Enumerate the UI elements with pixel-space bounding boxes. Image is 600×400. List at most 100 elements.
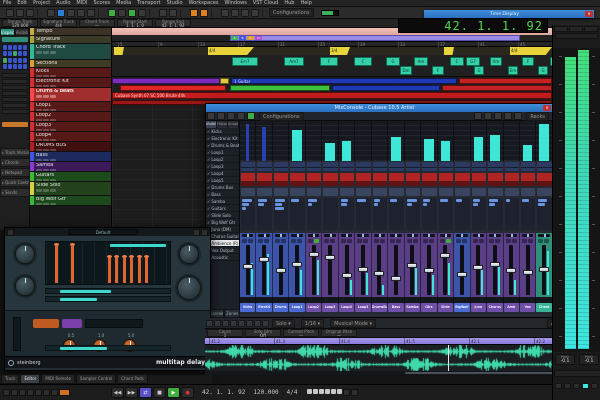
arranger-block-d[interactable]: D bbox=[255, 36, 262, 40]
mute-button[interactable] bbox=[440, 239, 445, 243]
routing-slot[interactable] bbox=[521, 162, 535, 171]
menu-windows[interactable]: Windows bbox=[222, 0, 250, 6]
eq-slot[interactable] bbox=[257, 188, 271, 196]
eq-slot[interactable] bbox=[422, 188, 436, 196]
solo-button[interactable] bbox=[380, 239, 385, 243]
fader-handle[interactable] bbox=[292, 262, 302, 267]
eq-slot[interactable] bbox=[455, 188, 469, 196]
arranger-block-b[interactable]: B bbox=[239, 36, 246, 40]
pan-control[interactable] bbox=[407, 234, 418, 237]
inspector-section-notepad[interactable]: ▸Notepad bbox=[0, 168, 30, 177]
pan-control[interactable] bbox=[390, 234, 401, 237]
send-slot-bar[interactable] bbox=[341, 199, 348, 202]
inserts-slot[interactable] bbox=[505, 173, 519, 186]
track-mute-button[interactable] bbox=[36, 75, 42, 77]
inspector-highlight-button[interactable] bbox=[2, 122, 28, 127]
zone-tab-midi-remote[interactable]: MIDI Remote bbox=[41, 374, 75, 384]
track-tempo[interactable]: Tempo bbox=[30, 28, 111, 36]
track-record-button[interactable] bbox=[50, 169, 56, 171]
track-solo-button[interactable] bbox=[43, 169, 49, 171]
track-bass[interactable]: Bass bbox=[30, 152, 111, 162]
track-record-button[interactable] bbox=[50, 139, 56, 141]
metronome-indicator[interactable] bbox=[337, 389, 342, 394]
routing-slot[interactable] bbox=[373, 162, 387, 171]
sends-slot[interactable] bbox=[257, 198, 271, 230]
inserts-slot[interactable] bbox=[488, 173, 502, 186]
track-mute-button[interactable] bbox=[36, 169, 42, 171]
mixconsole-toolbar-button[interactable] bbox=[227, 112, 235, 120]
track-loop1[interactable]: Loop1 bbox=[30, 102, 111, 112]
editor-info-original-pitch[interactable]: Original Pitch— bbox=[321, 329, 357, 337]
fader-handle[interactable] bbox=[309, 252, 319, 257]
editor-ruler[interactable]: 41.241.341.441.542.142.2 bbox=[205, 338, 600, 345]
visibility-item-drums-bus[interactable]: ✓Drums Bus bbox=[206, 184, 239, 191]
pan-control[interactable] bbox=[473, 234, 484, 237]
fader-handle[interactable] bbox=[440, 253, 450, 258]
fader-track[interactable] bbox=[361, 245, 365, 295]
inspector-section-chords[interactable]: ▸Chords bbox=[0, 158, 30, 167]
info-field-signature-track[interactable]: Signature Track4/4 bbox=[40, 19, 77, 27]
chord-event-dm[interactable]: Dm bbox=[400, 66, 412, 75]
eq-slot[interactable] bbox=[373, 188, 387, 196]
inserts-slot[interactable] bbox=[356, 173, 370, 186]
channel-label-slide[interactable]: Slide bbox=[438, 303, 453, 312]
delay-tap[interactable] bbox=[130, 258, 133, 283]
editor-dropdown-solo[interactable]: Solo ▾ bbox=[272, 319, 295, 328]
solo-button[interactable] bbox=[347, 239, 352, 243]
track-solo-button[interactable] bbox=[43, 109, 49, 111]
zone-tab-track[interactable]: Track bbox=[1, 374, 19, 384]
solo-button[interactable] bbox=[314, 239, 319, 243]
sends-slot[interactable] bbox=[488, 198, 502, 230]
toolbar-button[interactable] bbox=[108, 9, 116, 17]
inspector-tab-visibility[interactable]: Visibility bbox=[15, 28, 30, 36]
signature-marker[interactable] bbox=[114, 47, 124, 55]
routing-slot[interactable] bbox=[389, 162, 403, 171]
menu-edit[interactable]: Edit bbox=[14, 0, 30, 6]
routing-slot[interactable] bbox=[406, 162, 420, 171]
eq-slot[interactable] bbox=[505, 188, 519, 196]
chord-event-em[interactable]: Em bbox=[508, 66, 518, 75]
sends-slot[interactable] bbox=[290, 198, 304, 230]
eq-slot[interactable] bbox=[241, 188, 255, 196]
routing-slot[interactable] bbox=[455, 162, 469, 171]
sends-slot[interactable] bbox=[340, 198, 354, 230]
fader-track[interactable] bbox=[526, 245, 530, 295]
send-slot-bar[interactable] bbox=[423, 203, 427, 206]
sends-slot[interactable] bbox=[537, 198, 551, 230]
routing-slot[interactable] bbox=[340, 162, 354, 171]
fader-track[interactable] bbox=[262, 245, 266, 295]
chord-pad[interactable] bbox=[8, 51, 12, 56]
menu-vst-cloud[interactable]: VST Cloud bbox=[250, 0, 282, 6]
solo-button[interactable] bbox=[396, 239, 401, 243]
sends-slot[interactable] bbox=[389, 198, 403, 230]
chord-event-c[interactable]: C bbox=[354, 57, 372, 66]
delay-tap[interactable] bbox=[123, 258, 126, 283]
marker-track-row[interactable]: 4/43/44/4 bbox=[112, 47, 552, 55]
menu-workspaces[interactable]: Workspaces bbox=[186, 0, 222, 6]
audio-event[interactable] bbox=[112, 78, 220, 84]
info-field-range-start[interactable]: Range Start1. 1. 1. 0 bbox=[117, 19, 153, 27]
fader-handle[interactable] bbox=[424, 268, 434, 273]
chord-pad[interactable] bbox=[3, 45, 7, 50]
track-drums-beats[interactable]: Drums & Beats bbox=[30, 88, 111, 102]
chord-event-g[interactable]: G bbox=[538, 66, 548, 75]
inserts-slot[interactable] bbox=[274, 173, 288, 186]
inserts-slot[interactable] bbox=[439, 173, 453, 186]
fader-handle[interactable] bbox=[259, 257, 269, 262]
track-mute-button[interactable] bbox=[36, 119, 42, 121]
inserts-slot[interactable] bbox=[373, 173, 387, 186]
inserts-slot[interactable] bbox=[422, 173, 436, 186]
track-record-button[interactable] bbox=[50, 95, 56, 98]
routing-slot[interactable] bbox=[307, 162, 321, 171]
output-knob[interactable] bbox=[177, 276, 201, 300]
send-slot-bar[interactable] bbox=[242, 207, 246, 210]
chord-event-g7[interactable]: G7 bbox=[466, 57, 480, 66]
chord-track-row[interactable]: Em7Am7FCGDmAmFCG7GAmEmFGC bbox=[112, 55, 552, 77]
track-guitars[interactable]: Guitars bbox=[30, 172, 111, 182]
transport-right-icon[interactable] bbox=[351, 389, 358, 396]
fader-track[interactable] bbox=[394, 245, 398, 295]
track-solo-button[interactable] bbox=[43, 119, 49, 121]
solo-button[interactable] bbox=[495, 239, 500, 243]
solo-button[interactable] bbox=[429, 239, 434, 243]
metronome-indicator[interactable] bbox=[331, 389, 336, 394]
